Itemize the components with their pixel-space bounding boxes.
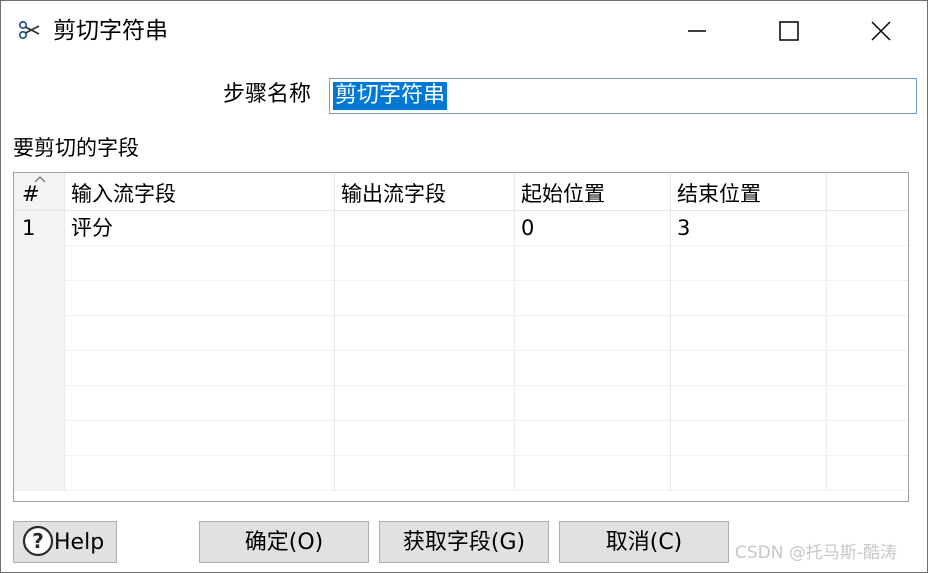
ok-button[interactable]: 确定(O) — [199, 521, 369, 563]
window-title: 剪切字符串 — [53, 18, 168, 44]
empty-table-row[interactable] — [14, 351, 908, 386]
empty-table-row[interactable] — [14, 456, 908, 491]
sort-caret-icon — [34, 176, 46, 183]
maximize-button[interactable] — [743, 1, 835, 61]
column-header-index[interactable]: # — [14, 173, 65, 210]
dialog-window: 剪切字符串 步骤名称 剪切字符串 要剪切的字段 # 输入流字段 输出流字段 起始… — [0, 0, 928, 573]
empty-table-row[interactable] — [14, 421, 908, 456]
column-header-output-field[interactable]: 输出流字段 — [335, 173, 515, 210]
minimize-button[interactable] — [651, 1, 743, 61]
column-header-end-position[interactable]: 结束位置 — [671, 173, 827, 210]
svg-text:?: ? — [32, 529, 44, 553]
input-field-cell[interactable]: 评分 — [65, 211, 335, 245]
help-button-label: Help — [54, 530, 105, 555]
maximize-icon — [779, 21, 799, 41]
scissors-icon — [18, 20, 40, 40]
title-bar: 剪切字符串 — [1, 1, 927, 63]
close-icon — [871, 21, 891, 41]
step-name-input[interactable]: 剪切字符串 — [329, 78, 917, 114]
empty-table-row[interactable] — [14, 386, 908, 421]
filler-cell — [827, 211, 908, 245]
empty-table-row[interactable] — [14, 281, 908, 316]
close-button[interactable] — [835, 1, 927, 61]
watermark: CSDN @托马斯-酷涛 — [735, 543, 898, 563]
help-icon: ? — [22, 525, 54, 557]
column-header-input-field[interactable]: 输入流字段 — [65, 173, 335, 210]
column-header-filler — [827, 173, 908, 210]
minimize-icon — [688, 30, 706, 32]
start-position-cell[interactable]: 0 — [515, 211, 671, 245]
column-header-start-position[interactable]: 起始位置 — [515, 173, 671, 210]
step-name-label: 步骤名称 — [223, 82, 312, 107]
output-field-cell[interactable] — [335, 211, 515, 245]
fields-section-label: 要剪切的字段 — [13, 136, 139, 160]
cancel-button[interactable]: 取消(C) — [559, 521, 729, 563]
end-position-cell[interactable]: 3 — [671, 211, 827, 245]
get-fields-button[interactable]: 获取字段(G) — [379, 521, 549, 563]
empty-table-row[interactable] — [14, 316, 908, 351]
table-header-row: # 输入流字段 输出流字段 起始位置 结束位置 — [14, 173, 908, 211]
row-index-cell[interactable]: 1 — [14, 211, 65, 245]
empty-table-row[interactable] — [14, 246, 908, 281]
table-row[interactable]: 1 评分 0 3 — [14, 211, 908, 246]
help-button[interactable]: ? Help — [13, 521, 117, 563]
step-name-value: 剪切字符串 — [333, 82, 448, 110]
fields-table: # 输入流字段 输出流字段 起始位置 结束位置 1 评分 0 3 — [13, 172, 909, 502]
